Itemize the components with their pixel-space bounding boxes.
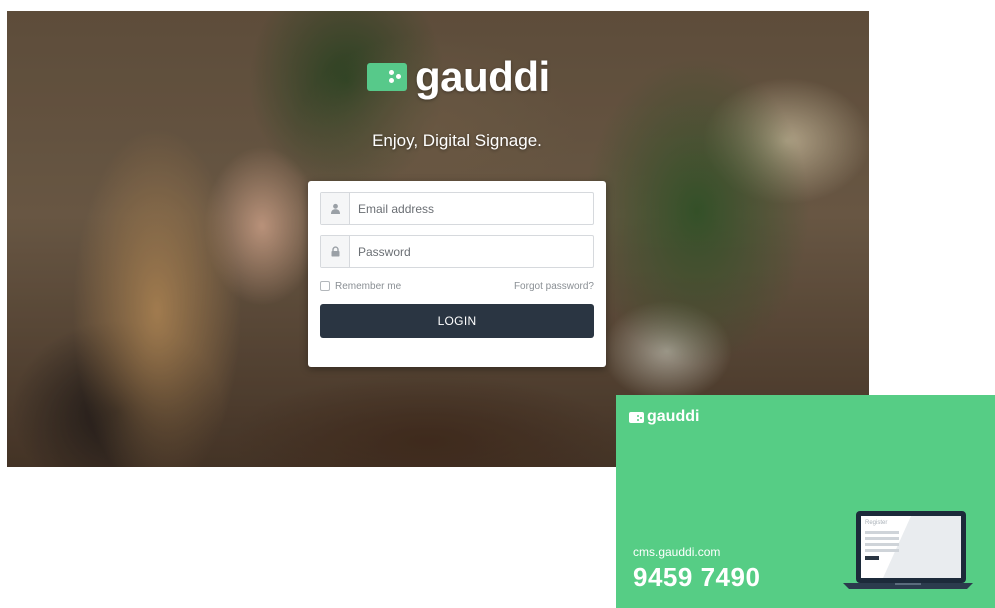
tagline: Enjoy, Digital Signage. xyxy=(372,131,542,150)
promo-card: gauddi cms.gauddi.com 9459 7490 Register xyxy=(616,395,995,608)
logo-mark-icon xyxy=(367,63,407,91)
promo-logo-mark-icon xyxy=(629,411,644,423)
forgot-password-link[interactable]: Forgot password? xyxy=(514,281,594,292)
remember-me-checkbox[interactable] xyxy=(320,281,330,291)
login-options-row: Remember me Forgot password? xyxy=(320,278,594,294)
promo-brand-logo: gauddi xyxy=(629,408,699,426)
laptop-illustration-icon: Register xyxy=(843,511,973,589)
brand-logo: gauddi xyxy=(367,47,550,107)
promo-phone: 9459 7490 xyxy=(633,562,761,592)
promo-url: cms.gauddi.com xyxy=(633,545,721,559)
email-input[interactable] xyxy=(350,193,593,224)
brand-name: gauddi xyxy=(415,53,550,100)
password-field xyxy=(320,235,594,268)
remember-me[interactable]: Remember me xyxy=(320,281,401,292)
login-button[interactable]: LOGIN xyxy=(320,304,594,338)
user-icon xyxy=(321,193,350,224)
lock-icon xyxy=(321,236,350,267)
laptop-screen-heading: Register xyxy=(865,520,887,526)
promo-brand-name: gauddi xyxy=(647,408,700,425)
email-field xyxy=(320,192,594,225)
password-input[interactable] xyxy=(350,236,593,267)
remember-me-label: Remember me xyxy=(335,280,402,292)
login-form: Remember me Forgot password? LOGIN xyxy=(308,181,606,367)
